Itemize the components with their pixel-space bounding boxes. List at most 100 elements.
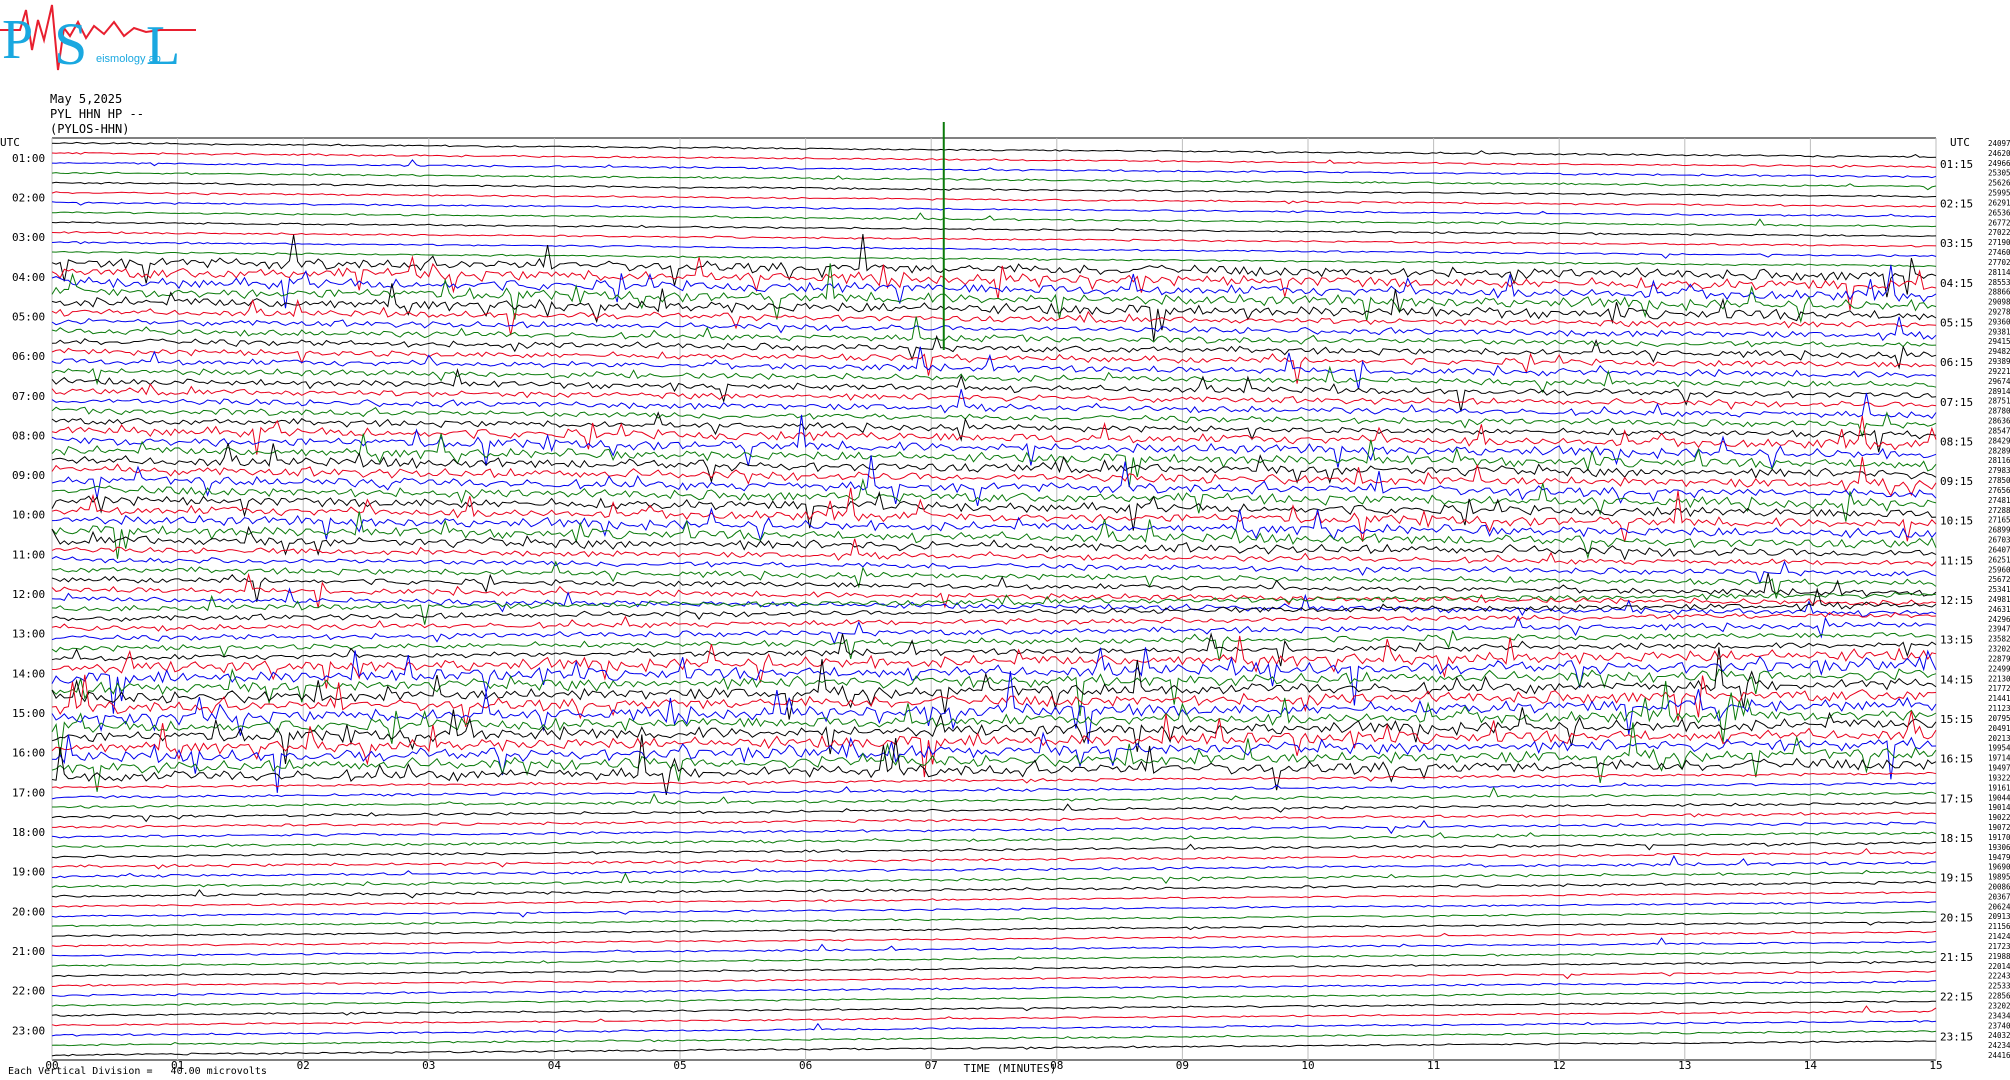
trace-line [51, 854, 1937, 879]
trace-line [51, 869, 1936, 889]
trace-line [51, 511, 1937, 560]
right-count-label: 21988 [1988, 952, 2010, 961]
right-count-label: 19072 [1988, 823, 2010, 832]
right-count-label: 25995 [1988, 189, 2010, 198]
right-hour-label: 05:15 [1940, 316, 1973, 329]
right-count-label: 19479 [1988, 853, 2010, 862]
right-count-label: 20213 [1988, 734, 2010, 743]
x-tick-label: 04 [548, 1059, 562, 1072]
x-tick-label: 12 [1553, 1059, 1566, 1072]
left-hour-label: 15:00 [12, 707, 45, 720]
right-count-label: 24631 [1988, 605, 2010, 614]
right-count-label: 25960 [1988, 565, 2010, 574]
right-count-label: 19714 [1988, 754, 2010, 763]
left-hour-label: 09:00 [12, 469, 45, 482]
right-count-label: 21772 [1988, 684, 2010, 693]
right-count-label: 28914 [1988, 387, 2010, 396]
left-hour-label: 20:00 [12, 905, 45, 918]
left-hour-label: 04:00 [12, 271, 45, 284]
right-count-label: 27481 [1988, 496, 2010, 505]
left-hour-label: 07:00 [12, 390, 45, 403]
right-hour-label: 19:15 [1940, 872, 1973, 885]
right-count-label: 20795 [1988, 714, 2010, 723]
left-hour-label: 05:00 [12, 310, 45, 323]
right-count-label: 24416 [1988, 1051, 2010, 1060]
right-count-label: 28289 [1988, 446, 2010, 455]
right-count-label: 21123 [1988, 704, 2010, 713]
trace-line [51, 801, 1937, 823]
right-count-label: 28547 [1988, 426, 2010, 435]
right-count-label: 25341 [1988, 585, 2010, 594]
left-hour-label: 13:00 [12, 628, 45, 641]
right-count-label: 19954 [1988, 744, 2010, 753]
right-count-label: 24966 [1988, 159, 2010, 168]
right-count-label: 29278 [1988, 307, 2010, 316]
trace-line [51, 937, 1937, 957]
right-count-label: 27460 [1988, 248, 2010, 257]
vertical-division-note: Each Vertical Division = 40.00 microvolt… [8, 1066, 267, 1077]
trace-line [51, 443, 1937, 485]
left-hour-label: 10:00 [12, 509, 45, 522]
right-count-label: 22879 [1988, 654, 2010, 663]
right-count-label: 24032 [1988, 1031, 2010, 1040]
right-count-label: 29389 [1988, 357, 2010, 366]
x-tick-label: 11 [1427, 1059, 1440, 1072]
left-hour-label: 02:00 [12, 191, 45, 204]
right-count-label: 20913 [1988, 912, 2010, 921]
right-count-label: 25672 [1988, 575, 2010, 584]
right-count-label: 19895 [1988, 873, 2010, 882]
right-hour-label: 10:15 [1940, 515, 1973, 528]
x-tick-label: 05 [673, 1059, 686, 1072]
trace-line [51, 680, 1937, 757]
left-hour-label: 17:00 [12, 786, 45, 799]
left-hour-label: 11:00 [12, 548, 45, 561]
trace-line [51, 635, 1937, 689]
left-utc-label: UTC [0, 136, 20, 149]
right-count-label: 26772 [1988, 218, 2010, 227]
right-count-label: 27022 [1988, 228, 2010, 237]
right-utc-label: UTC [1950, 136, 1970, 149]
right-count-label: 26291 [1988, 198, 2010, 207]
helicorder-plot: 00 01 02 03 04 05 06 07 08 09 10 11 12 13 14 15TIME (MI… [0, 122, 2010, 1075]
seismic-traces [51, 122, 1937, 1057]
right-hour-label: 20:15 [1940, 911, 1973, 924]
right-hour-label: 17:15 [1940, 792, 1973, 805]
right-count-label: 26703 [1988, 536, 2010, 545]
right-count-label: 21723 [1988, 942, 2010, 951]
right-count-label: 29482 [1988, 347, 2010, 356]
right-count-label: 26407 [1988, 545, 2010, 554]
right-hour-label: 18:15 [1940, 832, 1973, 845]
right-hour-label: 11:15 [1940, 554, 1973, 567]
right-count-label: 27850 [1988, 476, 2010, 485]
right-count-label: 29674 [1988, 377, 2010, 386]
trace-line [51, 1040, 1936, 1057]
right-count-label: 19170 [1988, 833, 2010, 842]
x-tick-label: 03 [422, 1059, 435, 1072]
right-count-label: 20367 [1988, 892, 2010, 901]
right-count-label: 19044 [1988, 793, 2010, 802]
right-count-label: 23202 [1988, 1001, 2010, 1010]
right-count-label: 24620 [1988, 149, 2010, 158]
right-hour-label: 09:15 [1940, 475, 1973, 488]
left-hour-label: 23:00 [12, 1024, 45, 1037]
right-count-label: 27656 [1988, 486, 2010, 495]
left-hour-label: 01:00 [12, 152, 45, 165]
right-count-label: 27165 [1988, 516, 2010, 525]
right-count-label: 19497 [1988, 764, 2010, 773]
right-hour-label: 07:15 [1940, 396, 1973, 409]
right-count-label: 24296 [1988, 615, 2010, 624]
x-tick-label: 09 [1176, 1059, 1189, 1072]
right-count-label: 22130 [1988, 674, 2010, 683]
right-count-label: 29381 [1988, 327, 2010, 336]
left-hour-label: 06:00 [12, 350, 45, 363]
trace-line [51, 316, 1937, 342]
right-hour-label: 21:15 [1940, 951, 1973, 964]
trace-line [51, 334, 1937, 370]
right-hour-label: 13:15 [1940, 634, 1973, 647]
right-count-label: 19322 [1988, 773, 2010, 782]
right-count-label: 19161 [1988, 783, 2010, 792]
right-count-label: 23740 [1988, 1021, 2010, 1030]
trace-line [52, 786, 1937, 809]
x-tick-label: 13 [1678, 1059, 1691, 1072]
trace-line [51, 731, 1937, 793]
